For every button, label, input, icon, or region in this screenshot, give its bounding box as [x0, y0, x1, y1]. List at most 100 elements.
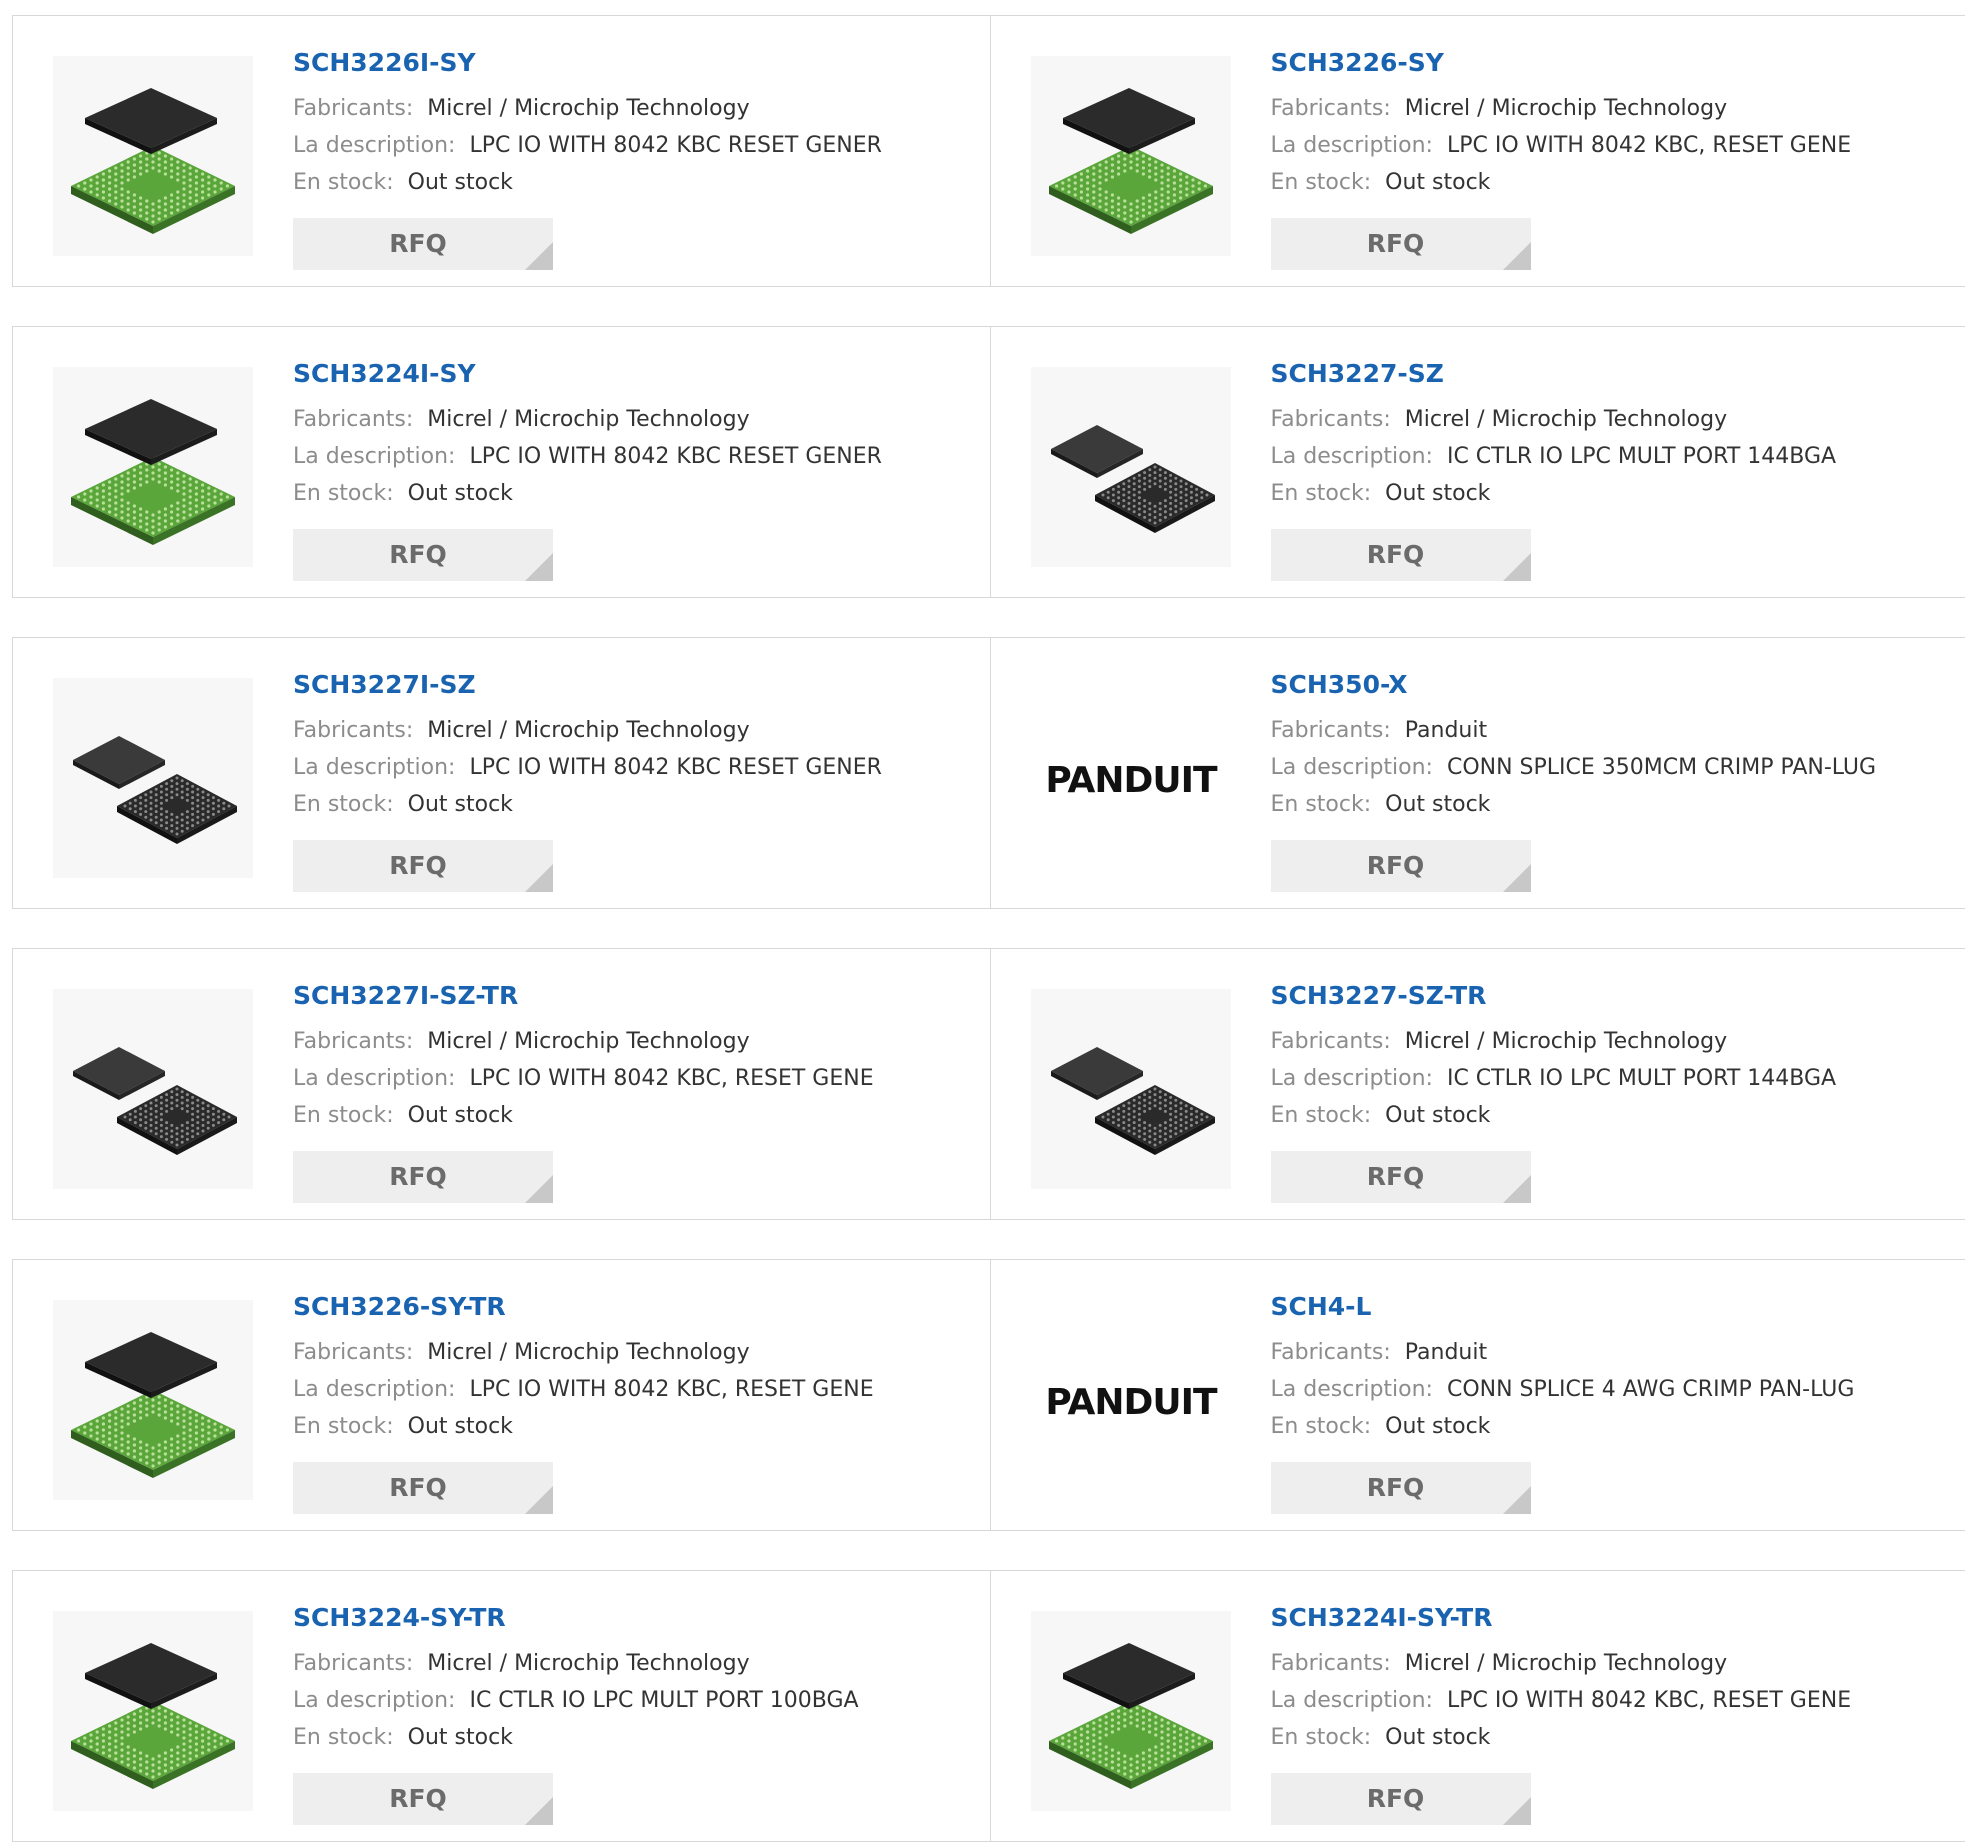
bga-black-chip-icon [1031, 989, 1231, 1189]
part-number-link[interactable]: SCH3226-SY [1271, 46, 1852, 80]
manufacturer-value[interactable]: Panduit [1405, 1340, 1487, 1365]
corner-triangle-icon [1503, 1486, 1531, 1514]
description-value: IC CTLR IO LPC MULT PORT 100BGA [469, 1688, 858, 1713]
svg-text:PANDUIT: PANDUIT [1045, 760, 1218, 801]
part-number-link[interactable]: SCH3227-SZ [1271, 357, 1837, 391]
description-value: LPC IO WITH 8042 KBC, RESET GENE [469, 1066, 873, 1091]
part-number-link[interactable]: SCH3226-SY-TR [293, 1290, 874, 1324]
stock-value: Out stock [1385, 170, 1490, 195]
part-number-link[interactable]: SCH3227I-SZ [293, 668, 882, 702]
product-image[interactable]: PANDUIT [1031, 678, 1231, 878]
manufacturer-value[interactable]: Panduit [1405, 718, 1487, 743]
description-value: IC CTLR IO LPC MULT PORT 144BGA [1447, 444, 1836, 469]
stock-value: Out stock [1385, 1725, 1490, 1750]
corner-triangle-icon [1503, 553, 1531, 581]
rfq-button[interactable]: RFQ [1271, 1151, 1531, 1203]
manufacturer-value[interactable]: Micrel / Microchip Technology [427, 1651, 749, 1676]
product-image[interactable] [53, 678, 253, 878]
product-info: SCH3227I-SZ Fabricants: Micrel / Microch… [293, 668, 882, 823]
part-number-link[interactable]: SCH3226I-SY [293, 46, 882, 80]
rfq-button[interactable]: RFQ [1271, 529, 1531, 581]
manufacturer-label: Fabricants: [293, 96, 413, 121]
stock-label: En stock: [1271, 170, 1372, 195]
rfq-label: RFQ [1367, 1784, 1435, 1813]
product-info: SCH350-X Fabricants: Panduit La descript… [1271, 668, 1877, 823]
part-number-link[interactable]: SCH4-L [1271, 1290, 1855, 1324]
description-label: La description: [293, 755, 455, 780]
manufacturer-label: Fabricants: [1271, 407, 1391, 432]
product-card: SCH3224I-SY-TR Fabricants: Micrel / Micr… [990, 1571, 1965, 1841]
rfq-button[interactable]: RFQ [293, 840, 553, 892]
manufacturer-value[interactable]: Micrel / Microchip Technology [427, 407, 749, 432]
description-line: La description: LPC IO WITH 8042 KBC RES… [293, 749, 882, 786]
stock-value: Out stock [408, 170, 513, 195]
stock-value: Out stock [408, 1725, 513, 1750]
part-number-link[interactable]: SCH3224-SY-TR [293, 1601, 859, 1635]
product-row: SCH3226I-SY Fabricants: Micrel / Microch… [12, 15, 1965, 287]
product-image[interactable] [1031, 56, 1231, 256]
part-number-link[interactable]: SCH3224I-SY-TR [1271, 1601, 1852, 1635]
rfq-button[interactable]: RFQ [293, 1151, 553, 1203]
manufacturer-line: Fabricants: Micrel / Microchip Technolog… [1271, 1023, 1837, 1060]
stock-value: Out stock [1385, 1103, 1490, 1128]
manufacturer-value[interactable]: Micrel / Microchip Technology [427, 1029, 749, 1054]
rfq-button[interactable]: RFQ [1271, 1462, 1531, 1514]
description-value: LPC IO WITH 8042 KBC, RESET GENE [1447, 133, 1851, 158]
rfq-button[interactable]: RFQ [293, 1462, 553, 1514]
manufacturer-label: Fabricants: [1271, 1651, 1391, 1676]
bga-green-chip-icon [53, 367, 253, 567]
product-image[interactable] [53, 56, 253, 256]
rfq-label: RFQ [1367, 1473, 1435, 1502]
product-image[interactable] [1031, 989, 1231, 1189]
stock-line: En stock: Out stock [293, 786, 882, 823]
rfq-button[interactable]: RFQ [1271, 1773, 1531, 1825]
product-image[interactable] [1031, 1611, 1231, 1811]
stock-line: En stock: Out stock [293, 1097, 874, 1134]
product-image[interactable]: PANDUIT [1031, 1300, 1231, 1500]
product-card: SCH3227-SZ-TR Fabricants: Micrel / Micro… [990, 949, 1965, 1219]
product-row: SCH3227I-SZ-TR Fabricants: Micrel / Micr… [12, 948, 1965, 1220]
part-number-link[interactable]: SCH350-X [1271, 668, 1877, 702]
stock-line: En stock: Out stock [293, 164, 882, 201]
stock-line: En stock: Out stock [293, 1719, 859, 1756]
description-line: La description: LPC IO WITH 8042 KBC, RE… [1271, 127, 1852, 164]
product-image[interactable] [1031, 367, 1231, 567]
product-image[interactable] [53, 1611, 253, 1811]
stock-line: En stock: Out stock [1271, 786, 1877, 823]
corner-triangle-icon [525, 1486, 553, 1514]
manufacturer-value[interactable]: Micrel / Microchip Technology [427, 718, 749, 743]
rfq-button[interactable]: RFQ [1271, 840, 1531, 892]
product-card: SCH3227I-SZ Fabricants: Micrel / Microch… [13, 638, 990, 908]
manufacturer-value[interactable]: Micrel / Microchip Technology [1405, 1029, 1727, 1054]
manufacturer-value[interactable]: Micrel / Microchip Technology [427, 96, 749, 121]
panduit-logo: PANDUIT [1031, 678, 1231, 878]
manufacturer-value[interactable]: Micrel / Microchip Technology [1405, 1651, 1727, 1676]
product-image[interactable] [53, 989, 253, 1189]
manufacturer-label: Fabricants: [293, 407, 413, 432]
corner-triangle-icon [1503, 242, 1531, 270]
rfq-label: RFQ [1367, 540, 1435, 569]
product-image[interactable] [53, 367, 253, 567]
panduit-logo: PANDUIT [1031, 1300, 1231, 1500]
manufacturer-value[interactable]: Micrel / Microchip Technology [427, 1340, 749, 1365]
description-line: La description: CONN SPLICE 350MCM CRIMP… [1271, 749, 1877, 786]
stock-label: En stock: [1271, 792, 1372, 817]
manufacturer-value[interactable]: Micrel / Microchip Technology [1405, 407, 1727, 432]
part-number-link[interactable]: SCH3227I-SZ-TR [293, 979, 874, 1013]
product-image[interactable] [53, 1300, 253, 1500]
rfq-button[interactable]: RFQ [293, 1773, 553, 1825]
rfq-button[interactable]: RFQ [293, 529, 553, 581]
rfq-button[interactable]: RFQ [293, 218, 553, 270]
product-card: SCH3224-SY-TR Fabricants: Micrel / Micro… [13, 1571, 990, 1841]
corner-triangle-icon [525, 242, 553, 270]
bga-black-chip-icon [53, 678, 253, 878]
rfq-button[interactable]: RFQ [1271, 218, 1531, 270]
description-value: CONN SPLICE 4 AWG CRIMP PAN-LUG [1447, 1377, 1854, 1402]
bga-black-chip-icon [53, 989, 253, 1189]
part-number-link[interactable]: SCH3224I-SY [293, 357, 882, 391]
bga-green-chip-icon [53, 1611, 253, 1811]
manufacturer-value[interactable]: Micrel / Microchip Technology [1405, 96, 1727, 121]
stock-line: En stock: Out stock [1271, 164, 1852, 201]
part-number-link[interactable]: SCH3227-SZ-TR [1271, 979, 1837, 1013]
product-row: SCH3226-SY-TR Fabricants: Micrel / Micro… [12, 1259, 1965, 1531]
